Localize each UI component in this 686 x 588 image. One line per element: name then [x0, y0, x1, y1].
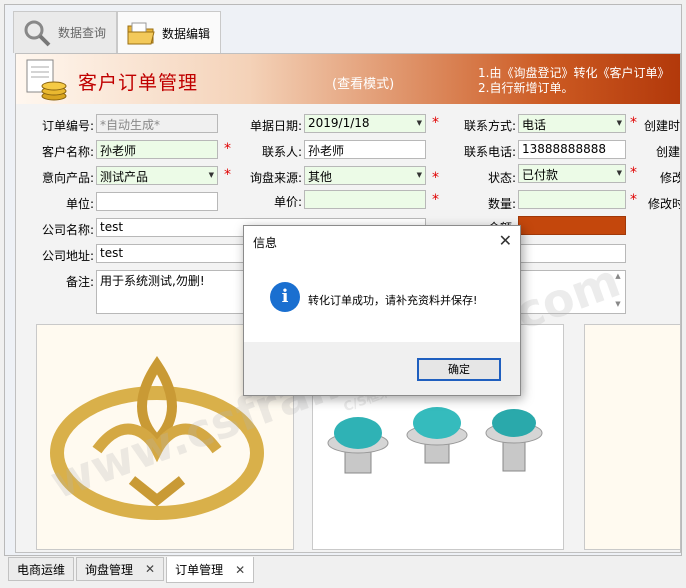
customer-name-field[interactable]: 孙老师 [96, 140, 218, 159]
document-coins-icon [26, 59, 67, 101]
view-mode-label: (查看模式) [332, 77, 395, 92]
unit-label: 单位: [65, 197, 94, 211]
top-tab-strip: 数据查询 数据编辑 [13, 11, 221, 54]
modified-by-label: 修改 [660, 171, 680, 185]
tab-order-management[interactable]: 订单管理 ✕ [166, 557, 255, 583]
quantity-label: 数量: [487, 197, 516, 211]
price-label: 单价: [273, 195, 302, 209]
product-select[interactable]: 测试产品 [96, 166, 218, 185]
tab-data-edit[interactable]: 数据编辑 [117, 11, 221, 54]
phone-label: 联系电话: [463, 145, 516, 159]
dialog-footer: 确定 [244, 342, 520, 395]
contact-person-label: 联系人: [261, 145, 302, 159]
modified-time-label: 修改时 [648, 197, 681, 211]
required-mark: * [630, 192, 637, 208]
tab-data-edit-label: 数据编辑 [162, 26, 211, 41]
doc-date-field[interactable]: 2019/1/18 [304, 114, 426, 133]
close-icon[interactable]: ✕ [499, 231, 512, 250]
dialog-body: i 转化订单成功，请补充资料并保存! [244, 256, 520, 342]
info-dialog: 信息 ✕ i 转化订单成功，请补充资料并保存! 确定 [243, 225, 521, 396]
price-field[interactable] [304, 190, 426, 209]
tab-ecommerce-ops-label: 电商运维 [17, 562, 66, 577]
banner-notes: 1.由《询盘登记》转化《客户订单》 2.自行新增订单。 [478, 66, 669, 96]
status-label: 状态: [487, 171, 516, 185]
required-mark: * [630, 165, 637, 181]
doc-date-label: 单据日期: [249, 119, 302, 133]
dialog-title: 信息 [244, 226, 520, 256]
dialog-message: 转化订单成功，请补充资料并保存! [308, 294, 478, 307]
order-no-field[interactable]: *自动生成* [96, 114, 218, 133]
tab-data-query[interactable]: 数据查询 [13, 11, 117, 53]
ok-button[interactable]: 确定 [417, 358, 501, 381]
customer-name-label: 客户名称: [41, 145, 94, 159]
source-label: 询盘来源: [249, 171, 302, 185]
remark-label: 备注: [65, 275, 94, 289]
tab-data-query-label: 数据查询 [58, 26, 107, 40]
quantity-field[interactable] [518, 190, 626, 209]
tab-inquiry-management-label: 询盘管理 [85, 562, 134, 577]
source-select[interactable]: 其他 [304, 166, 426, 185]
contact-method-label: 联系方式: [463, 119, 516, 133]
document-tabs: 电商运维 询盘管理 ✕ 订单管理 ✕ [8, 557, 256, 583]
close-icon[interactable]: ✕ [145, 562, 155, 576]
magnifier-icon [24, 20, 51, 46]
order-no-label: 订单编号: [41, 119, 94, 133]
required-mark: * [432, 115, 439, 131]
amount-field[interactable] [518, 216, 626, 235]
folder-icon [127, 22, 155, 45]
page-title: 客户订单管理 [78, 72, 199, 94]
required-mark: * [432, 192, 439, 208]
remark-scrollbar[interactable]: ▲ ▼ [612, 272, 624, 312]
created-time-label: 创建时 [644, 119, 681, 133]
address-label: 公司地址: [41, 249, 94, 263]
company-label: 公司名称: [41, 223, 94, 237]
contact-method-select[interactable]: 电话 [518, 114, 626, 133]
required-mark: * [432, 170, 439, 186]
phone-field[interactable]: 13888888888 [518, 140, 626, 159]
product-label: 意向产品: [41, 171, 94, 185]
banner-note-1: 1.由《询盘登记》转化《客户订单》 [478, 66, 670, 80]
product-image-3[interactable] [584, 324, 680, 550]
tab-ecommerce-ops[interactable]: 电商运维 [8, 557, 75, 581]
tab-inquiry-management[interactable]: 询盘管理 ✕ [76, 557, 165, 581]
created-by-label: 创建 [656, 145, 681, 159]
unit-field[interactable] [96, 192, 218, 211]
required-mark: * [630, 115, 637, 131]
status-select[interactable]: 已付款 [518, 164, 626, 183]
header-banner: 客户订单管理 (查看模式) 1.由《询盘登记》转化《客户订单》 2.自行新增订单… [16, 54, 680, 104]
tab-order-management-label: 订单管理 [175, 563, 224, 577]
close-icon[interactable]: ✕ [235, 563, 245, 577]
info-icon: i [270, 282, 300, 312]
banner-note-2: 2.自行新增订单。 [478, 81, 574, 95]
contact-person-field[interactable]: 孙老师 [304, 140, 426, 159]
